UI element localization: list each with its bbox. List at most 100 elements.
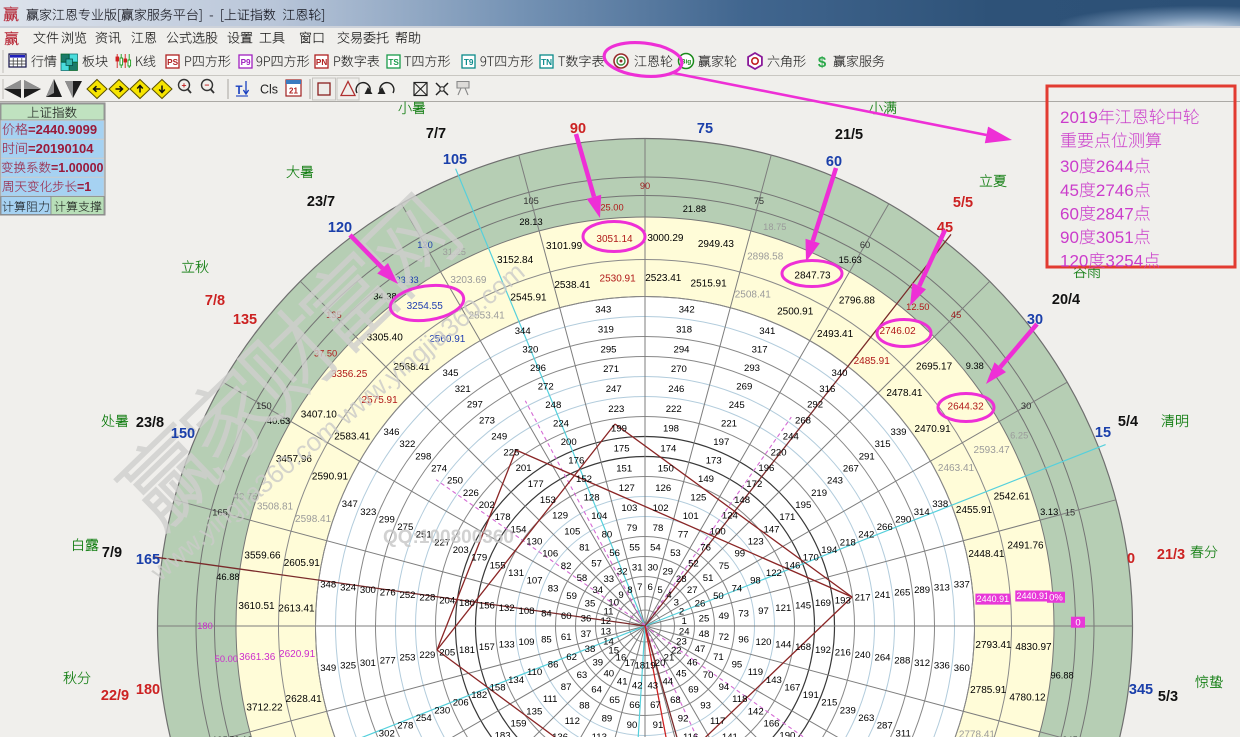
svg-text:345: 345	[442, 368, 458, 379]
svg-text:302: 302	[379, 728, 395, 737]
svg-text:349: 349	[320, 663, 336, 674]
svg-text:18: 18	[634, 661, 645, 672]
svg-text:29: 29	[662, 566, 673, 577]
svg-text:195: 195	[795, 500, 811, 511]
svg-text:45: 45	[1060, 181, 1079, 200]
svg-text:60: 60	[561, 611, 572, 622]
svg-text:28.13: 28.13	[519, 217, 542, 227]
svg-text:0: 0	[1075, 617, 1080, 628]
svg-text:2746: 2746	[1096, 181, 1134, 200]
svg-text:220: 220	[771, 447, 787, 458]
svg-text:100: 100	[710, 527, 726, 538]
svg-text:3559.66: 3559.66	[244, 551, 281, 562]
svg-text:T: T	[235, 85, 242, 97]
svg-text:21/3: 21/3	[1157, 547, 1185, 563]
svg-text:128: 128	[584, 493, 600, 504]
svg-text:88: 88	[579, 700, 590, 711]
svg-text:3051: 3051	[1096, 228, 1134, 247]
svg-text:347: 347	[342, 499, 358, 510]
svg-text:181: 181	[459, 645, 475, 656]
svg-text:59: 59	[566, 591, 577, 602]
svg-text:2440.91: 2440.91	[1017, 591, 1050, 601]
svg-text:324: 324	[340, 582, 357, 593]
svg-text:2478.41: 2478.41	[886, 388, 923, 399]
svg-text:345: 345	[1129, 682, 1153, 698]
svg-text:2448.41: 2448.41	[968, 549, 1005, 560]
svg-text:2515.91: 2515.91	[691, 278, 728, 289]
svg-text:7/7: 7/7	[426, 126, 446, 142]
svg-text:124: 124	[722, 511, 739, 522]
svg-text:94: 94	[719, 682, 730, 693]
svg-text:120: 120	[755, 637, 771, 648]
svg-text:50.00: 50.00	[215, 654, 238, 664]
svg-text:182: 182	[471, 690, 487, 701]
svg-text:173: 173	[706, 456, 722, 467]
svg-text:43: 43	[647, 680, 658, 691]
svg-text:21/5: 21/5	[835, 127, 863, 143]
svg-text:218: 218	[840, 537, 856, 548]
svg-text:125: 125	[690, 493, 706, 504]
svg-text:111: 111	[543, 694, 558, 705]
svg-text:157: 157	[479, 642, 495, 653]
svg-text:3712.22: 3712.22	[246, 703, 283, 714]
svg-text:120: 120	[1060, 252, 1088, 271]
svg-text:2796.88: 2796.88	[839, 295, 876, 306]
svg-text:=20190104: =20190104	[28, 141, 94, 156]
svg-text:41: 41	[617, 676, 628, 687]
svg-text:2793.41: 2793.41	[975, 640, 1012, 651]
svg-text:250: 250	[447, 476, 463, 487]
svg-text:199: 199	[611, 424, 627, 435]
svg-text:21: 21	[289, 87, 298, 96]
svg-text:299: 299	[379, 514, 395, 525]
svg-text:112: 112	[565, 716, 580, 727]
svg-text:300: 300	[360, 585, 376, 596]
svg-text:6: 6	[648, 582, 653, 593]
svg-text:311: 311	[896, 728, 911, 737]
svg-text:87: 87	[561, 682, 572, 693]
svg-text:156: 156	[479, 601, 495, 612]
svg-text:180: 180	[136, 682, 160, 698]
svg-text:296: 296	[530, 363, 546, 374]
svg-text:240: 240	[855, 650, 871, 661]
svg-text:21.88: 21.88	[683, 204, 706, 214]
svg-text:224: 224	[553, 419, 570, 430]
svg-text:3051.14: 3051.14	[596, 234, 633, 245]
svg-text:−: −	[205, 80, 210, 90]
svg-text:50: 50	[713, 591, 724, 602]
svg-text:150: 150	[256, 401, 272, 411]
svg-text:135: 135	[233, 312, 257, 328]
svg-text:25.00: 25.00	[600, 203, 623, 213]
svg-text:314: 314	[914, 507, 931, 518]
svg-text:45: 45	[676, 669, 687, 680]
svg-text:3610.51: 3610.51	[238, 601, 275, 612]
svg-text:272: 272	[538, 382, 554, 393]
svg-text:3254: 3254	[1105, 252, 1143, 271]
svg-text:86: 86	[548, 660, 559, 671]
svg-text:8: 8	[627, 585, 632, 596]
svg-text:5/3: 5/3	[1158, 689, 1178, 705]
svg-text:85: 85	[541, 634, 552, 645]
svg-text:106: 106	[542, 549, 558, 560]
svg-text:81: 81	[579, 543, 590, 554]
svg-text:+: +	[182, 80, 187, 90]
svg-text:=1.00000: =1.00000	[51, 161, 104, 175]
svg-text:42: 42	[632, 680, 643, 691]
svg-text:40: 40	[603, 669, 614, 680]
svg-text:341: 341	[759, 326, 775, 337]
svg-text:2: 2	[679, 606, 684, 617]
svg-text:97: 97	[758, 606, 769, 617]
svg-text:135: 135	[526, 706, 542, 717]
svg-text:191: 191	[803, 690, 819, 701]
svg-text:252: 252	[399, 590, 415, 601]
svg-text:346: 346	[383, 427, 399, 438]
svg-text:149: 149	[698, 474, 714, 485]
svg-text:70: 70	[703, 670, 714, 681]
svg-text:320: 320	[522, 345, 538, 356]
svg-text:293: 293	[744, 363, 760, 374]
svg-text:2898.58: 2898.58	[747, 252, 784, 263]
svg-text:89: 89	[602, 713, 613, 724]
svg-text:73: 73	[738, 608, 749, 619]
svg-text:23/8: 23/8	[136, 415, 164, 431]
svg-text:3.13: 3.13	[1040, 507, 1058, 517]
svg-text:360: 360	[954, 663, 970, 674]
